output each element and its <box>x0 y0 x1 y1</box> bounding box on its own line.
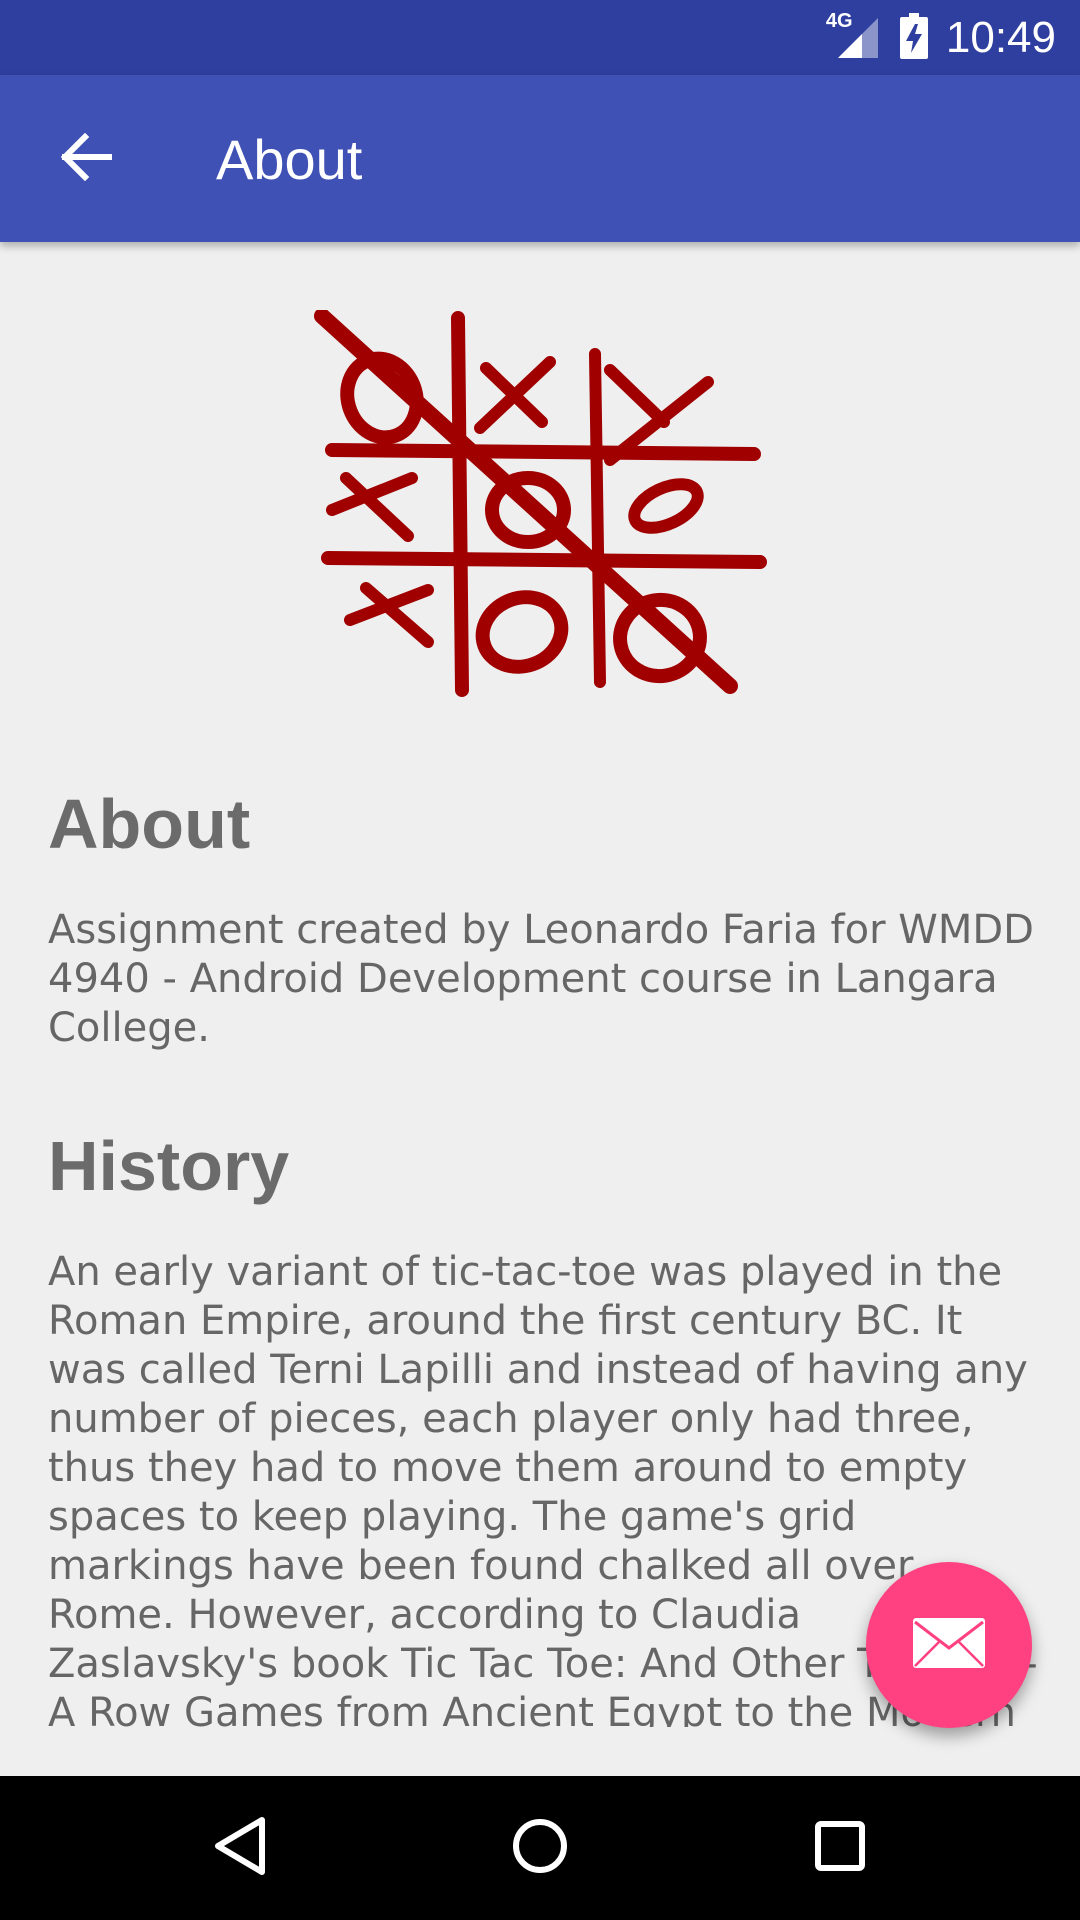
about-heading: About <box>48 785 251 863</box>
nav-home-icon <box>510 1816 570 1880</box>
signal-icon: 4G <box>826 10 882 60</box>
back-button[interactable] <box>48 121 124 197</box>
page-title: About <box>216 128 363 191</box>
about-text: Assignment created by Leonardo Faria for… <box>48 907 1034 1051</box>
nav-home-button[interactable] <box>490 1798 590 1898</box>
arrow-back-icon <box>59 132 113 185</box>
status-time: 10:49 <box>945 12 1056 62</box>
app-bar: About <box>0 75 1080 242</box>
email-fab-button[interactable] <box>866 1562 1032 1728</box>
system-nav-bar <box>0 1776 1080 1920</box>
content-scroll[interactable]: About Assignment created by Leonardo Far… <box>0 242 1080 1727</box>
nav-back-icon <box>212 1816 268 1880</box>
nav-back-button[interactable] <box>190 1798 290 1898</box>
network-type-label: 4G <box>825 9 853 32</box>
status-bar: 4G 10:49 <box>0 0 1080 75</box>
tic-tac-toe-logo <box>310 308 770 710</box>
history-heading: History <box>48 1127 290 1205</box>
nav-recents-button[interactable] <box>790 1798 890 1898</box>
battery-icon <box>899 12 928 63</box>
status-icons: 4G 10:49 <box>826 0 1056 75</box>
nav-recents-icon <box>812 1818 868 1878</box>
mail-icon <box>911 1616 987 1674</box>
